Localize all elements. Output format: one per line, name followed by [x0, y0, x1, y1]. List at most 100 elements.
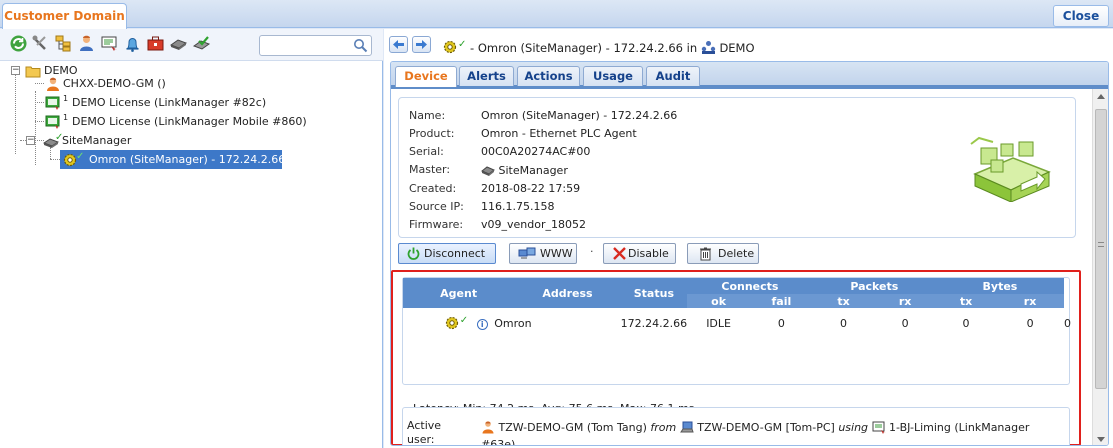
tree-node-sitemanager[interactable]: − ✓ SiteManager	[26, 131, 176, 150]
disconnect-button[interactable]: Disconnect	[398, 243, 496, 264]
red-x-icon	[612, 246, 627, 261]
col-connects-fail: fail	[750, 294, 813, 308]
tree-connector	[15, 74, 16, 154]
tab-actions[interactable]: Actions	[517, 66, 580, 86]
tree-node-license[interactable]: 1 DEMO License (LinkManager #82c)	[43, 93, 303, 112]
status-cell: IDLE	[706, 316, 731, 330]
master-link[interactable]: SiteManager	[499, 164, 568, 177]
search-input[interactable]	[263, 37, 351, 54]
disconnect-label: Disconnect	[424, 247, 486, 260]
domain-icon	[701, 40, 716, 55]
scroll-up-arrow[interactable]	[1097, 94, 1105, 99]
scrollbar-thumb[interactable]	[1095, 109, 1107, 389]
breadcrumb-device: - Omron (SiteManager) - 172.24.2.66 in	[470, 41, 698, 55]
vertical-scrollbar[interactable]	[1092, 89, 1108, 445]
connects-ok-cell: 0	[777, 316, 785, 330]
www-button[interactable]: WWW	[509, 243, 577, 264]
info-value: 116.1.75.158	[481, 200, 555, 213]
delete-label: Delete	[718, 247, 755, 260]
tab-audit[interactable]: Audit	[646, 66, 700, 86]
tree-connector	[50, 159, 60, 160]
collapse-toggle[interactable]: −	[11, 66, 20, 75]
gear-agent-icon	[442, 39, 458, 55]
online-check-icon: ✓	[459, 315, 469, 326]
device-tab-panel: Device Alerts Actions Usage Audit Name: …	[390, 61, 1109, 446]
delete-button[interactable]: Delete	[687, 243, 759, 264]
gear-agent-icon	[444, 315, 460, 331]
tab-device[interactable]: Device	[395, 66, 457, 87]
col-address: Address	[514, 278, 621, 308]
tab-strip: Device Alerts Actions Usage Audit	[391, 62, 1108, 89]
info-icon[interactable]: i	[476, 318, 488, 330]
tree-node-user[interactable]: CHXX-DEMO-GM ()	[43, 74, 243, 93]
check-device-icon[interactable]	[192, 34, 211, 53]
address-cell: 172.24.2.66	[620, 316, 688, 330]
info-key: Product:	[409, 127, 455, 140]
separator-dot: ·	[590, 245, 594, 258]
packets-tx-cell: 0	[901, 316, 909, 330]
device-info-box: Name: Omron (SiteManager) - 172.24.2.66 …	[398, 97, 1076, 238]
user-icon[interactable]	[77, 34, 96, 53]
col-packets-tx: tx	[812, 294, 875, 308]
plc-agent-device-icon	[967, 134, 1055, 203]
back-button[interactable]	[389, 36, 408, 53]
bell-icon[interactable]	[123, 34, 142, 53]
toolbox-icon[interactable]	[146, 34, 165, 53]
breadcrumb: ✓ - Omron (SiteManager) - 172.24.2.66 in…	[442, 34, 755, 56]
active-user-host[interactable]: TZW-DEMO-GM [Tom-PC]	[697, 421, 835, 434]
folder-icon	[25, 63, 41, 79]
tree-node-label: Omron (SiteManager) - 172.24.2.66	[89, 153, 286, 166]
connections-panel: Agent Address Status Connects Packets By…	[391, 270, 1081, 445]
tree-node-label: DEMO License (LinkManager #82c)	[72, 96, 267, 109]
refresh-icon[interactable]	[9, 34, 28, 53]
tab-usage[interactable]: Usage	[583, 66, 643, 86]
license-icon	[872, 420, 886, 434]
disable-button[interactable]: Disable	[603, 243, 676, 264]
www-label: WWW	[540, 247, 573, 260]
license-count: 1	[63, 113, 69, 122]
sitemanager-icon[interactable]	[169, 34, 188, 53]
domain-tree: − DEMO CHXX-DEMO-GM () 1 DEMO License (L…	[0, 61, 383, 448]
close-button[interactable]: Close	[1053, 5, 1109, 27]
forward-button[interactable]	[412, 36, 431, 53]
info-key: Created:	[409, 182, 457, 195]
scroll-down-arrow[interactable]	[1097, 437, 1105, 442]
window-title-tab[interactable]: Customer Domain	[2, 3, 127, 29]
info-key: Firmware:	[409, 218, 464, 231]
agent-name: Omron	[494, 316, 532, 330]
col-bytes-tx: tx	[935, 294, 997, 308]
connections-table: Agent Address Status Connects Packets By…	[403, 278, 1071, 338]
license-icon[interactable]	[100, 34, 119, 53]
window-titlebar: Customer Domain Close	[0, 0, 1113, 29]
tree-node-license[interactable]: 1 DEMO License (LinkManager Mobile #860)	[43, 112, 343, 131]
col-status: Status	[620, 278, 688, 308]
online-check-icon: ✓	[76, 151, 85, 162]
info-value: 2018-08-22 17:59	[481, 182, 581, 195]
search-box[interactable]	[259, 35, 372, 56]
hierarchy-icon[interactable]	[54, 34, 73, 53]
user-icon	[45, 76, 61, 92]
from-word: from	[650, 421, 677, 434]
info-value: SiteManager	[481, 163, 568, 177]
info-value: v09_vendor_18052	[481, 218, 586, 231]
tools-icon[interactable]	[31, 34, 50, 53]
info-value: 00C0A20274AC#00	[481, 145, 591, 158]
col-bytes: Bytes	[935, 278, 1064, 294]
tab-alerts[interactable]: Alerts	[459, 66, 514, 86]
license-icon	[45, 95, 61, 111]
active-user-name[interactable]: TZW-DEMO-GM (Tom Tang)	[499, 421, 647, 434]
col-bytes-rx: rx	[996, 294, 1064, 308]
info-key: Serial:	[409, 145, 444, 158]
info-value: Omron - Ethernet PLC Agent	[481, 127, 637, 140]
collapse-toggle[interactable]: −	[26, 136, 35, 145]
power-icon	[406, 246, 421, 261]
laptop-icon	[679, 420, 694, 434]
search-icon[interactable]	[353, 38, 368, 53]
bytes-tx-cell: 0	[1026, 316, 1034, 330]
breadcrumb-domain[interactable]: DEMO	[719, 41, 754, 55]
col-connects-ok: ok	[687, 294, 751, 308]
using-word: using	[838, 421, 869, 434]
active-user-box: Active user: TZW-DEMO-GM (Tom Tang) from…	[402, 407, 1070, 445]
user-icon	[481, 420, 495, 434]
tree-node-omron[interactable]: ✓ Omron (SiteManager) - 172.24.2.66	[60, 150, 286, 169]
